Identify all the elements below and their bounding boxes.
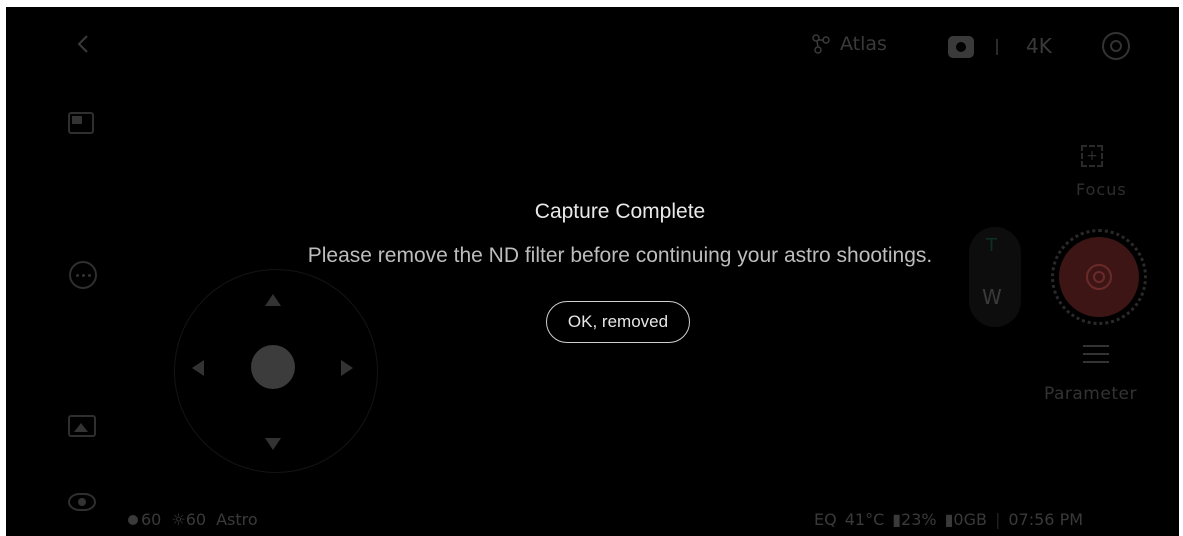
capture-complete-dialog: Capture Complete Please remove the ND fi…	[6, 7, 1179, 536]
camera-screen: Atlas 4K + Focus T W Parameter 60 ☼60 As…	[6, 7, 1179, 536]
dialog-title: Capture Complete	[534, 200, 706, 223]
ok-removed-button[interactable]: OK, removed	[546, 301, 690, 343]
dialog-message: Please remove the ND filter before conti…	[307, 244, 933, 267]
